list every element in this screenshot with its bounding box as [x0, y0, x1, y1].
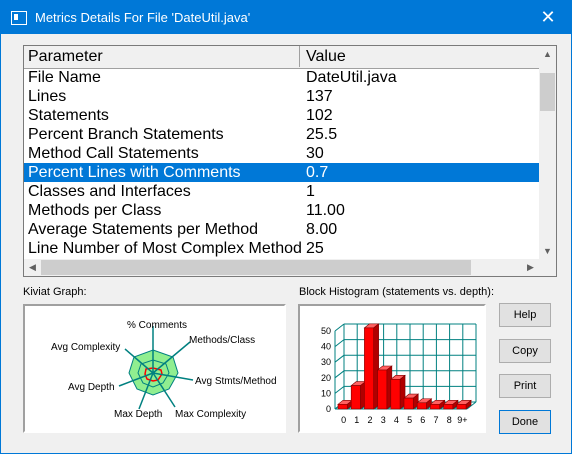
- histogram-y-tick-label: 10: [321, 388, 331, 398]
- histogram-x-tick-label: 3: [381, 415, 386, 425]
- histogram-x-tick-label: 0: [341, 415, 346, 425]
- table-row[interactable]: Statements 102: [24, 106, 539, 125]
- print-button[interactable]: Print: [499, 374, 551, 398]
- kiviat-axis-label: Max Complexity: [175, 409, 246, 420]
- table-row[interactable]: Percent Branch Statements 25.5: [24, 125, 539, 144]
- block-histogram: 504030201000 1 2 3 4 5 6 7 8 9+: [321, 323, 477, 425]
- table-row[interactable]: Lines 137: [24, 87, 539, 106]
- scroll-right-icon[interactable]: ▶: [522, 259, 539, 276]
- parameter-cell: Average Statements per Method: [28, 221, 259, 238]
- histogram-x-tick-label: 2: [367, 415, 372, 425]
- histogram-label: Block Histogram (statements vs. depth):: [299, 286, 495, 298]
- table-row[interactable]: Line Number of Most Complex Method 25: [24, 239, 539, 258]
- kiviat-graph: % Comments Methods/Class Avg Stmts/Metho…: [51, 320, 277, 420]
- parameter-cell: Lines: [28, 88, 67, 105]
- histogram-bar: [377, 369, 388, 410]
- histogram-x-tick-label: 7: [433, 415, 438, 425]
- value-cell: 102: [306, 107, 333, 124]
- window-title: Metrics Details For File 'DateUtil.java': [35, 10, 251, 25]
- kiviat-axis-label: % Comments: [127, 320, 187, 331]
- histogram-x-tick-label: 9+: [457, 415, 467, 425]
- histogram-bar: [390, 379, 401, 410]
- scroll-left-icon[interactable]: ◀: [24, 259, 41, 276]
- parameter-cell: Methods per Class: [28, 202, 162, 219]
- parameter-cell: File Name: [28, 69, 101, 86]
- horizontal-scroll-thumb[interactable]: [41, 260, 471, 275]
- kiviat-graph-panel: % Comments Methods/Class Avg Stmts/Metho…: [23, 304, 286, 433]
- histogram-bar: [416, 402, 427, 410]
- histogram-gridline: [334, 354, 345, 363]
- horizontal-scrollbar[interactable]: ◀ ▶: [24, 259, 539, 276]
- scroll-up-icon[interactable]: ▲: [539, 46, 556, 63]
- metrics-details-dialog: Metrics Details For File 'DateUtil.java'…: [0, 0, 572, 454]
- parameter-cell: Statements: [28, 107, 109, 124]
- table-header: Parameter Value: [24, 46, 539, 69]
- value-cell: 25: [306, 240, 324, 257]
- histogram-y-tick-label: 20: [321, 373, 331, 383]
- histogram-y-tick-label: 50: [321, 326, 331, 336]
- value-cell: DateUtil.java: [306, 69, 397, 86]
- kiviat-axis-label: Avg Complexity: [51, 342, 120, 353]
- scrollbar-corner: [539, 259, 556, 276]
- help-button[interactable]: Help: [499, 303, 551, 327]
- value-cell: 137: [306, 88, 333, 105]
- close-icon[interactable]: ✕: [525, 1, 571, 34]
- histogram-x-tick-label: 4: [394, 415, 399, 425]
- histogram-bar: [337, 404, 348, 410]
- kiviat-axis-label: Methods/Class: [189, 335, 255, 346]
- parameter-cell: Percent Branch Statements: [28, 126, 224, 143]
- histogram-bar: [456, 404, 467, 410]
- histogram-panel: 50 40 30 20 10 0 0 1 2 3 4 5 6 7 8 9+: [298, 304, 486, 433]
- histogram-bar: [350, 385, 361, 410]
- histogram-bar: [430, 404, 440, 410]
- parameter-cell: Classes and Interfaces: [28, 183, 191, 200]
- value-cell: 0.7: [306, 164, 329, 181]
- histogram-y-tick-label: 0: [326, 404, 331, 414]
- histogram-y-tick-label: 30: [321, 357, 331, 367]
- histogram-x-tick-label: 1: [354, 415, 359, 425]
- vertical-scrollbar[interactable]: ▲ ▼: [539, 46, 556, 260]
- histogram-y-tick-label: 40: [321, 342, 331, 352]
- table-row[interactable]: Percent Lines with Comments 0.7: [24, 163, 539, 182]
- histogram-gridline: [334, 323, 345, 332]
- title-bar[interactable]: Metrics Details For File 'DateUtil.java'…: [1, 1, 571, 34]
- done-button[interactable]: Done: [499, 410, 551, 434]
- table-rows: File Name DateUtil.java Lines 137 Statemen…: [24, 68, 539, 258]
- table-row[interactable]: Method Call Statements 30: [24, 144, 539, 163]
- table-row[interactable]: Average Statements per Method 8.00: [24, 220, 539, 239]
- metrics-table: Parameter Value File Name DateUtil.java L…: [23, 45, 557, 277]
- table-row[interactable]: Classes and Interfaces 1: [24, 182, 539, 201]
- histogram-x-tick-label: 6: [420, 415, 425, 425]
- histogram-gridline: [334, 370, 345, 379]
- scroll-down-icon[interactable]: ▼: [539, 243, 556, 260]
- parameter-cell: Method Call Statements: [28, 145, 199, 162]
- parameter-cell: Line Number of Most Complex Method: [28, 240, 302, 257]
- table-row[interactable]: File Name DateUtil.java: [24, 68, 539, 87]
- histogram-x-tick-label: 5: [407, 415, 412, 425]
- histogram-gridline: [334, 339, 345, 347]
- kiviat-axis-label: Avg Depth: [68, 382, 115, 393]
- parameter-cell: Percent Lines with Comments: [28, 164, 241, 181]
- value-cell: 25.5: [306, 126, 338, 143]
- window-icon: [11, 11, 27, 25]
- value-cell: 8.00: [306, 221, 338, 238]
- copy-button[interactable]: Copy: [499, 339, 551, 363]
- histogram-bar: [403, 397, 414, 410]
- value-cell: 11.00: [306, 202, 345, 219]
- kiviat-axis-label: Max Depth: [114, 409, 162, 420]
- kiviat-graph-label: Kiviat Graph:: [23, 286, 87, 298]
- kiviat-axis-label: Avg Stmts/Method: [195, 376, 277, 387]
- value-cell: 30: [306, 145, 324, 162]
- column-header-parameter[interactable]: Parameter: [24, 46, 300, 67]
- histogram-x-tick-label: 8: [447, 415, 452, 425]
- histogram-bar: [443, 404, 454, 410]
- table-row[interactable]: Methods per Class 11.00: [24, 201, 539, 220]
- column-header-value[interactable]: Value: [301, 46, 539, 67]
- value-cell: 1: [306, 183, 315, 200]
- histogram-bar: [364, 327, 374, 410]
- histogram-gridline: [334, 386, 345, 394]
- vertical-scroll-thumb[interactable]: [540, 73, 555, 111]
